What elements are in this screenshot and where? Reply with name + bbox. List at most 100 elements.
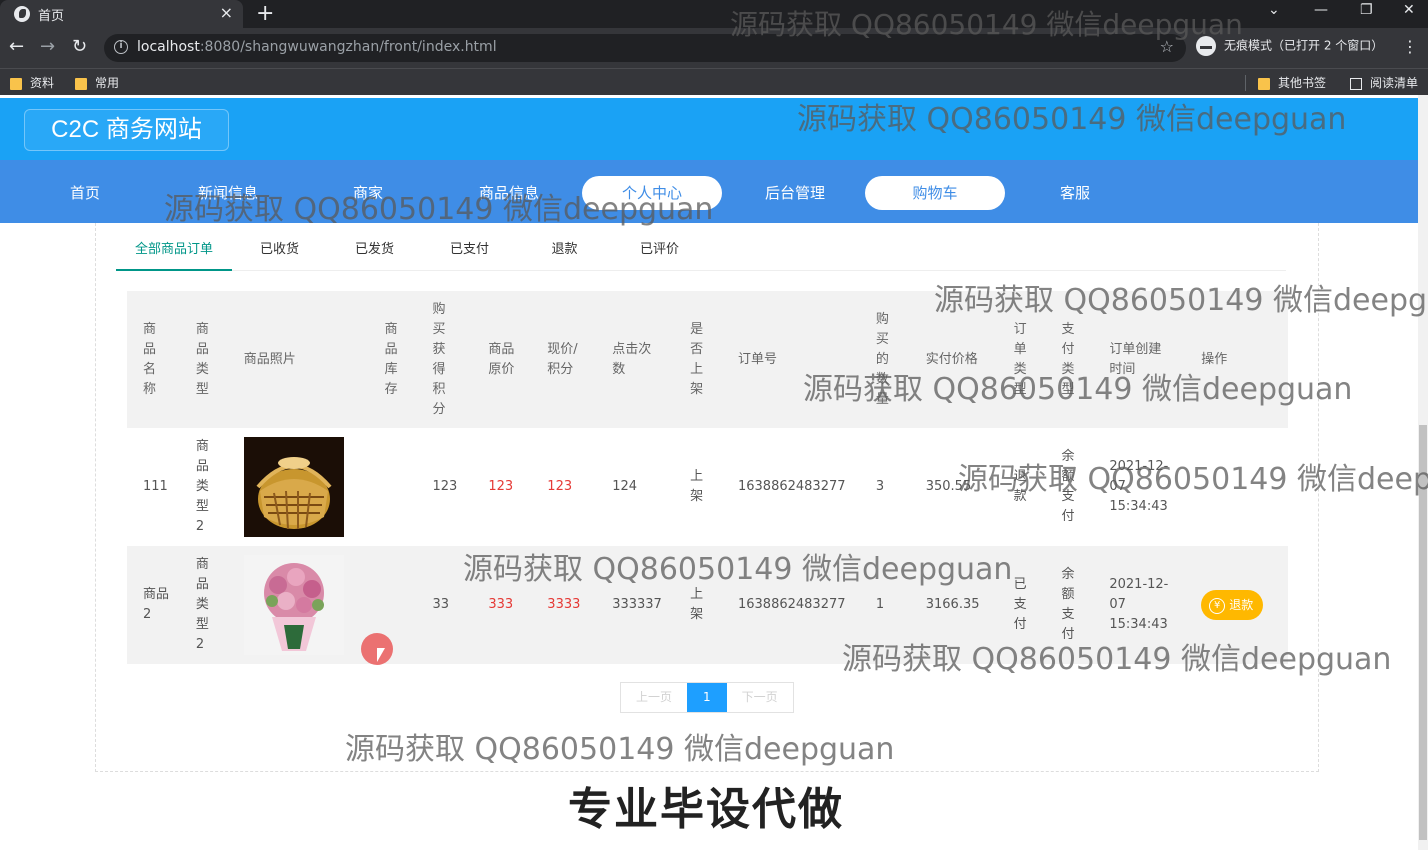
restore-icon[interactable]: ❐ [1360,2,1373,18]
tab-refund[interactable]: 退款 [517,223,612,271]
incognito-icon [1196,36,1216,56]
tab-shipped[interactable]: 已发货 [327,223,422,271]
incognito-label: 无痕模式（已打开 2 个窗口） [1224,38,1384,53]
order-status-tabs: 全部商品订单 已收货 已发货 已支付 退款 已评价 [116,223,1286,271]
folder-icon [10,77,22,90]
cell-order-no: 1638862483277 [721,546,860,664]
tab-all-orders[interactable]: 全部商品订单 [116,223,232,271]
cell-pay-type: 余额支付 [1045,546,1094,664]
folder-icon [75,77,87,90]
col-header: 商品类型 [179,291,228,428]
bookmark-label: 常用 [95,76,120,90]
window-close-icon[interactable]: ✕ [1403,2,1415,18]
bookmark-folder-changyong[interactable]: 常用 [75,74,119,91]
table-row: 商品2 商品类型2 33 333 3333 333337 上架 16388624… [127,546,1288,664]
col-header: 支付类型 [1045,291,1094,428]
reading-list-label: 阅读清单 [1370,76,1419,90]
nav-admin[interactable]: 后台管理 [725,176,865,210]
url-host: localhost [137,39,200,55]
next-page-button[interactable]: 下一页 [727,683,793,712]
cell-stock [369,428,417,546]
forward-icon[interactable]: → [40,36,55,57]
nav-merchants[interactable]: 商家 [298,176,438,210]
url-input[interactable]: i localhost:8080/shangwuwangzhan/front/i… [104,34,1186,62]
back-icon[interactable]: ← [9,36,24,57]
tab-search-icon[interactable]: ⌄ [1268,2,1280,18]
cell-cur-price: 123 [547,479,573,494]
order-type-text: 退款 [1013,469,1027,504]
col-header: 订单类型 [997,291,1046,428]
cell-paid: 350.55 [925,479,972,494]
page-scrollbar[interactable] [1418,95,1428,850]
nav-products[interactable]: 商品信息 [439,176,579,210]
table-row: 111 商品类型2 123 123 123 124 上架 16388624832… [127,428,1288,546]
order-type-text: 已支付 [1013,577,1027,632]
mouse-cursor-icon [377,648,385,662]
header-label: 商品类型 [195,321,209,397]
yen-icon: ¥ [1209,597,1226,614]
product-photo-flowers[interactable] [243,555,344,655]
col-header: 购买获得积分 [416,291,473,428]
nav-news[interactable]: 新闻信息 [158,176,298,210]
header-label: 购买获得积分 [432,301,446,417]
tab-received[interactable]: 已收货 [232,223,327,271]
col-header: 实付价格 [909,291,998,428]
created-time: 15:34:43 [1109,499,1168,514]
nav-service[interactable]: 客服 [1005,176,1145,210]
pagination: 上一页 1 下一页 [620,682,794,713]
reload-icon[interactable]: ↻ [72,36,87,57]
cell-qty: 1 [859,546,910,664]
folder-icon [1258,77,1270,90]
refund-button[interactable]: ¥ 退款 [1201,590,1264,620]
cell-points: 123 [432,479,458,494]
nav-home[interactable]: 首页 [15,176,155,210]
cell-order-type: 退款 [998,428,1046,546]
page-1-button[interactable]: 1 [687,683,727,712]
close-tab-icon[interactable]: × [220,3,233,22]
other-bookmarks[interactable]: 其他书签 [1258,74,1326,91]
new-tab-icon[interactable]: + [256,1,274,26]
scrollbar-thumb[interactable] [1419,425,1427,840]
cell-name: 111 [143,479,168,494]
site-title[interactable]: C2C 商务网站 [24,109,229,151]
cell-photo [228,428,369,546]
cell-orig-price: 123 [488,479,514,494]
cell-order-type: 已支付 [997,546,1046,664]
created-date: 2021-12- [1109,459,1169,474]
created-day: 07 [1109,479,1126,494]
reading-list[interactable]: 阅读清单 [1350,74,1418,91]
cell-action [1185,428,1288,546]
product-photo-basket[interactable] [243,437,344,537]
cell-paid: 3166.35 [909,546,998,664]
bookmark-star-icon[interactable]: ☆ [1160,37,1174,56]
nav-cart[interactable]: 购物车 [865,176,1005,210]
refund-label: 退款 [1229,598,1254,612]
url-path: :8080/shangwuwangzhan/front/index.html [199,39,497,55]
globe-icon [14,6,30,22]
header-label: 操作 [1201,351,1228,367]
browser-tab[interactable]: 首页 × [0,0,243,28]
minimize-icon[interactable]: — [1314,2,1328,18]
main-nav: 首页 新闻信息 商家 商品信息 个人中心 后台管理 购物车 客服 [0,160,1418,223]
prev-page-button[interactable]: 上一页 [621,683,687,712]
cell-clicks: 124 [612,479,638,494]
tab-reviewed[interactable]: 已评价 [612,223,707,271]
site-info-icon[interactable]: i [114,40,128,54]
cell-name: 商品2 [127,546,180,664]
tab-paid[interactable]: 已支付 [422,223,517,271]
cell-type: 商品类型2 [179,546,228,664]
created-date: 2021-12- [1109,577,1169,592]
promo-banner: 专业毕设代做 [568,784,844,835]
bookmark-folder-ziliao[interactable]: 资料 [10,74,54,91]
cell-cur-price: 3333 [531,546,597,664]
cell-created: 2021-12- 07 15:34:43 [1093,428,1185,546]
header-label: 实付价格 [925,351,978,367]
address-bar-row: ← → ↻ i localhost:8080/shangwuwangzhan/f… [0,28,1428,68]
browser-menu-icon[interactable]: ⋮ [1402,37,1418,56]
incognito-indicator[interactable]: 无痕模式（已打开 2 个窗口） [1196,36,1383,56]
cell-pay-type: 余额支付 [1045,428,1093,546]
col-header: 操作 [1185,291,1288,428]
col-header: 商品照片 [227,291,369,428]
cell-type: 商品类型2 [180,428,228,546]
nav-user-center[interactable]: 个人中心 [582,176,722,210]
